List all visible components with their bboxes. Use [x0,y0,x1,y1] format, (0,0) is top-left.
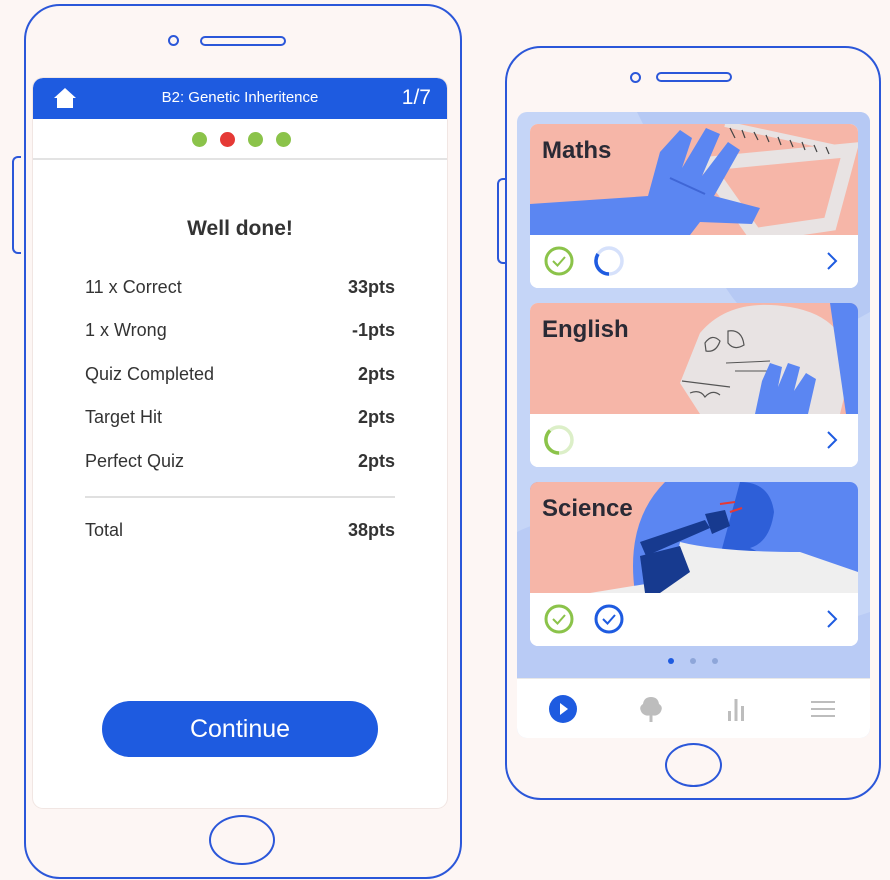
chevron-right-icon[interactable] [826,430,838,450]
page-dot[interactable] [712,658,718,664]
score-row: 11 x Correct 33pts [85,277,395,301]
question-dot-correct [248,132,263,147]
subject-card-english[interactable]: English [530,303,858,467]
page-indicator [517,658,870,668]
subject-title: Science [542,495,633,522]
check-circle-icon [594,604,624,634]
quiz-title: B2: Genetic Inheritence [161,89,319,106]
score-label: Target Hit [85,407,163,427]
score-points: 2pts [357,407,395,427]
subject-title: English [542,316,629,343]
page-dot-active[interactable] [668,658,674,664]
phone-side-button [12,156,21,254]
bar-chart-icon[interactable] [719,693,753,725]
quiz-results-screen: B2: Genetic Inheritence 1/7 Well done! 1… [33,78,447,808]
phone-home-button[interactable] [209,815,275,865]
score-label: 1 x Wrong [85,320,167,340]
score-points: 2pts [357,451,395,471]
question-dot-correct [276,132,291,147]
phone-speaker [656,72,732,82]
play-icon[interactable] [546,693,580,725]
score-row: Quiz Completed 2pts [85,364,395,388]
quiz-header: B2: Genetic Inheritence 1/7 [33,78,447,119]
results-heading: Well done! [187,217,293,240]
phone-camera [630,72,641,83]
subject-card-maths[interactable]: Maths [530,124,858,288]
bottom-tab-bar [517,678,870,738]
total-label: Total [85,520,124,540]
english-illustration: English [530,303,858,414]
score-row: Target Hit 2pts [85,407,395,431]
quiz-progress: 1/7 [401,86,431,109]
score-points: 33pts [347,277,395,297]
total-row: Total 38pts [85,520,395,544]
check-circle-icon [544,604,574,634]
card-footer [530,414,858,467]
subject-card-science[interactable]: Science [530,482,858,646]
tree-icon[interactable] [634,693,668,725]
subjects-screen: Maths English Science [517,112,870,738]
score-row: 1 x Wrong -1pts [85,320,395,344]
question-dot-wrong [220,132,235,147]
chevron-right-icon[interactable] [826,609,838,629]
question-dot-correct [192,132,207,147]
score-label: Quiz Completed [85,364,215,384]
phone-speaker [200,36,286,46]
phone-side-button [497,178,506,264]
score-points: 2pts [357,364,395,384]
chevron-right-icon[interactable] [826,251,838,271]
progress-ring-icon [544,425,574,455]
score-label: Perfect Quiz [85,451,185,471]
menu-icon[interactable] [806,693,840,725]
continue-button[interactable]: Continue [102,701,378,757]
maths-illustration: Maths [530,124,858,243]
card-footer [530,235,858,288]
score-points: -1pts [351,320,395,340]
total-divider [85,496,395,498]
progress-ring-icon [594,246,624,276]
score-row: Perfect Quiz 2pts [85,451,395,475]
score-label: 11 x Correct [85,277,182,297]
question-dots [33,119,447,160]
page-dot[interactable] [690,658,696,664]
subject-title: Maths [542,137,612,164]
card-footer [530,593,858,646]
total-points: 38pts [347,520,395,540]
phone-home-button[interactable] [665,743,722,787]
phone-camera [168,35,179,46]
check-circle-icon [544,246,574,276]
science-illustration: Science [530,482,858,593]
